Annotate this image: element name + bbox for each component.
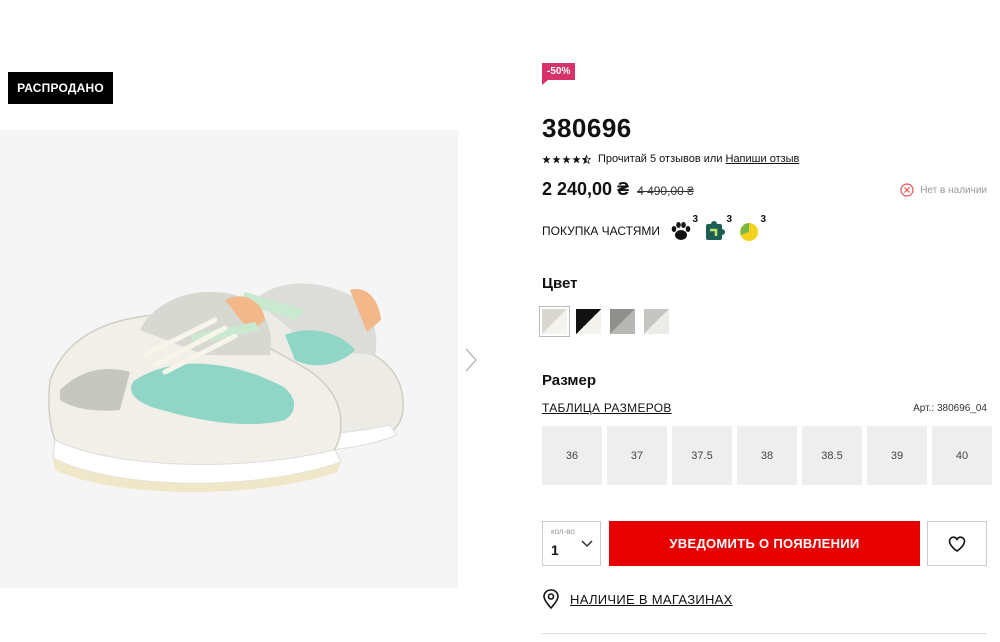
write-review-link[interactable]: Напиши отзыв	[726, 153, 800, 165]
rating-row: Прочитай 5 отзывов или Напиши отзыв	[542, 153, 799, 165]
map-pin-icon	[543, 589, 559, 609]
paw-icon	[671, 222, 691, 240]
color-swatches	[539, 306, 669, 337]
quantity-label: кол-во	[551, 527, 575, 536]
discount-badge: -50%	[542, 63, 576, 85]
old-price: 4 490,00 ₴	[637, 184, 694, 198]
current-price: 2 240,00 ₴	[542, 179, 630, 199]
color-swatch-2[interactable]	[576, 309, 601, 334]
sneaker-illustration	[48, 283, 404, 493]
installment-row: ПОКУПКА ЧАСТЯМИ 3 3 3	[542, 214, 766, 244]
size-options: 36 37 37.5 38 38.5 39 40	[542, 426, 992, 485]
sold-out-badge: РАСПРОДАНО	[8, 72, 113, 104]
read-reviews-text: Прочитай 5 отзывов или	[598, 153, 723, 165]
chevron-down-icon	[581, 540, 593, 548]
article-number: Арт.: 380696_04	[913, 403, 987, 414]
size-option[interactable]: 38	[737, 426, 797, 485]
puzzle-icon	[706, 221, 726, 240]
size-option[interactable]: 37	[607, 426, 667, 485]
color-swatch-4[interactable]	[644, 309, 669, 334]
installment-option-pie[interactable]: 3	[736, 214, 766, 244]
color-swatch-1[interactable]	[539, 306, 570, 337]
star-icon	[572, 154, 581, 163]
pie-chart-icon	[740, 223, 759, 241]
star-half-icon	[582, 154, 591, 164]
notify-button[interactable]: УВЕДОМИТЬ О ПОЯВЛЕНИИ	[609, 521, 920, 566]
stock-status: Нет в наличии	[900, 183, 987, 197]
size-label: Размер	[542, 372, 597, 389]
product-title: 380696	[542, 113, 632, 143]
divider	[542, 633, 987, 634]
installment-count: 3	[692, 214, 699, 225]
product-image[interactable]	[0, 130, 458, 588]
stock-status-text: Нет в наличии	[920, 184, 987, 196]
installment-count: 3	[760, 214, 767, 225]
star-icon	[542, 154, 551, 163]
color-swatch-3[interactable]	[610, 309, 635, 334]
quantity-select[interactable]: кол-во 1	[542, 521, 601, 566]
installment-count: 3	[726, 214, 733, 225]
size-option[interactable]: 37.5	[672, 426, 732, 485]
installment-option-puzzle[interactable]: 3	[702, 214, 732, 244]
next-image-button[interactable]	[461, 345, 481, 375]
color-label: Цвет	[542, 275, 578, 292]
wishlist-button[interactable]	[927, 521, 987, 566]
heart-icon	[948, 535, 966, 552]
size-table-link[interactable]: ТАБЛИЦА РАЗМЕРОВ	[542, 401, 672, 415]
size-option[interactable]: 40	[932, 426, 992, 485]
price-row: 2 240,00 ₴ 4 490,00 ₴	[542, 179, 694, 200]
store-availability-link[interactable]: НАЛИЧИЕ В МАГАЗИНАХ	[542, 589, 733, 609]
rating-stars	[542, 154, 591, 164]
star-icon	[562, 154, 571, 163]
quantity-value: 1	[551, 542, 559, 558]
installment-option-paw[interactable]: 3	[668, 214, 698, 244]
size-option[interactable]: 38.5	[802, 426, 862, 485]
installment-label: ПОКУПКА ЧАСТЯМИ	[542, 224, 661, 238]
size-option[interactable]: 39	[867, 426, 927, 485]
star-icon	[552, 154, 561, 163]
store-availability-text: НАЛИЧИЕ В МАГАЗИНАХ	[570, 591, 733, 607]
chevron-right-icon	[465, 348, 478, 372]
x-circle-icon	[900, 183, 914, 197]
size-option[interactable]: 36	[542, 426, 602, 485]
